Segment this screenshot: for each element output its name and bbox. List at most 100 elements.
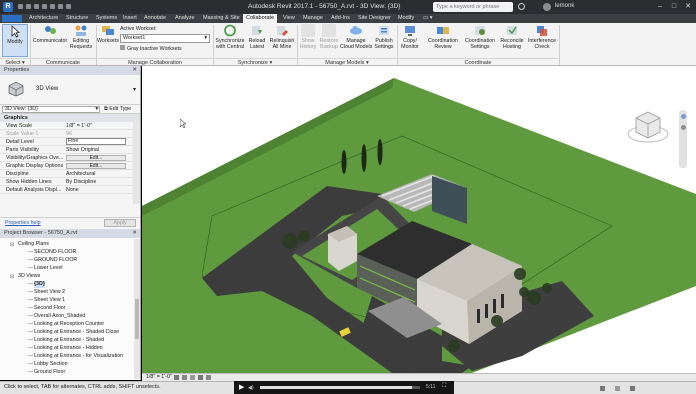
restore-backup-button[interactable]: Restore Backup [318,24,340,57]
tab-add-ins[interactable]: Add-Ins [328,14,353,23]
minimize-icon[interactable]: – [654,2,666,12]
browser-item[interactable]: Overall Axon_Shaded [34,313,85,320]
tab-massing-site[interactable]: Massing & Site [200,14,243,23]
manage-cloud-models-button[interactable]: Manage Cloud Models [340,24,372,57]
close-icon[interactable]: ✕ [682,2,694,12]
tab-annotate[interactable]: Annotate [141,14,169,23]
show-history-button[interactable]: Show History [298,24,318,57]
search-icon[interactable] [518,3,525,10]
browser-item[interactable]: Sheet View 1 [34,297,65,304]
tab-site-designer[interactable]: Site Designer [355,14,394,23]
scrollbar-thumb[interactable] [135,299,139,339]
ribbon-minimize-icon[interactable]: ▭ ▾ [420,14,436,23]
property-row-visibility-graphics[interactable]: Visibility/Graphics Ove... Edit... [0,154,140,162]
copy-monitor-button[interactable]: Copy/ Monitor [398,24,422,57]
apply-button[interactable]: Apply [104,219,136,227]
browser-item[interactable]: Looking at Entrance - Shaded [34,337,104,344]
tab-manage[interactable]: Manage [300,14,326,23]
shadows-icon[interactable] [198,375,203,380]
visual-style-icon[interactable] [182,375,187,380]
redo-icon[interactable] [42,4,47,9]
reconcile-hosting-button[interactable]: Reconcile Hosting [498,24,526,57]
play-icon[interactable]: ▶ [239,383,244,391]
interference-check-button[interactable]: Interference Check [526,24,558,57]
measure-icon[interactable] [58,4,63,9]
fullscreen-icon[interactable]: ⛶ [442,383,446,390]
browser-item[interactable]: Ground Floor [34,369,65,376]
browser-item[interactable]: Second Floor [34,305,66,312]
zoom-icon[interactable] [680,125,686,130]
browser-scrollbar[interactable] [134,239,140,379]
edit-type-button[interactable]: ⧉ Edit Type [104,106,131,113]
view-cube[interactable] [626,104,670,148]
worksharing-monitor-icon[interactable] [600,386,605,391]
property-row-view-scale[interactable]: View Scale 1/8" = 1'-0" [0,122,140,130]
video-progress-track[interactable] [260,386,420,389]
property-row-show-hidden-lines[interactable]: Show Hidden Lines By Discipline [0,178,140,186]
type-selector[interactable]: 3D View ▾ [0,75,140,105]
property-row-default-analysis-display[interactable]: Default Analysis Displ... None [0,186,140,194]
maximize-icon[interactable]: □ [668,2,680,12]
property-row-discipline[interactable]: Discipline Architectural [0,170,140,178]
close-icon[interactable]: ✕ [132,229,137,238]
close-icon[interactable]: ✕ [132,66,137,75]
select-panel-label[interactable]: Select ▾ [0,58,30,66]
gray-inactive-worksets-button[interactable]: Gray Inactive Worksets [120,45,182,52]
relinquish-all-mine-button[interactable]: Relinquish All Mine [268,24,296,57]
browser-item[interactable]: Sheet View 2 [34,289,65,296]
user-name[interactable]: lemonk [555,3,574,9]
detail-level-icon[interactable] [174,375,179,380]
publish-settings-button[interactable]: Publish Settings [372,24,396,57]
print-icon[interactable] [50,4,55,9]
tab-systems[interactable]: Systems [93,14,120,23]
collapse-icon[interactable]: ⊟ [10,242,14,248]
browser-item[interactable]: GROUND FLOOR [34,257,77,264]
graphics-section-header[interactable]: Graphics [0,114,140,122]
3d-view-canvas[interactable] [142,66,696,373]
undo-icon[interactable] [34,4,39,9]
tab-view[interactable]: View [280,14,298,23]
filter-icon[interactable] [630,386,635,391]
tab-analyze[interactable]: Analyze [172,14,198,23]
view-scale-button[interactable]: 1/8" = 1'-0" [146,374,172,381]
editing-requests-button[interactable]: Editing Requests [68,24,94,57]
reload-latest-button[interactable]: Reload Latest [246,24,268,57]
active-workset-select[interactable]: Workset1 ▾ [120,34,210,43]
communicator-button[interactable]: Communicator [32,24,68,57]
manage-models-panel-label[interactable]: Manage Models ▾ [297,58,397,66]
property-row-detail-level[interactable]: Detail Level Fine [0,138,140,146]
tab-structure[interactable]: Structure [63,14,91,23]
browser-item[interactable]: Looking at Reception Counter [34,321,104,328]
coordination-review-button[interactable]: Coordination Review [424,24,462,57]
modify-button[interactable]: Modify [2,24,28,57]
file-menu-button[interactable] [2,15,22,22]
edit-graphic-display-button[interactable]: Edit... [66,163,126,169]
synchronize-panel-label[interactable]: Synchronize ▾ [213,58,297,66]
design-options-icon[interactable] [615,386,620,391]
property-row-parts-visibility[interactable]: Parts Visibility Show Original [0,146,140,154]
chevron-down-icon[interactable]: ▾ [133,86,136,93]
browser-item[interactable]: SECOND FLOOR [34,249,76,256]
text-icon[interactable] [66,4,71,9]
volume-icon[interactable]: ◀) [248,385,254,391]
tab-modify[interactable]: Modify [395,14,417,23]
browser-category[interactable]: 3D Views [18,273,40,280]
save-icon[interactable] [26,4,31,9]
navigation-bar[interactable] [679,110,687,168]
steering-wheel-icon[interactable] [680,114,686,119]
property-row-graphic-display-options[interactable]: Graphic Display Options Edit... [0,162,140,170]
worksets-button[interactable]: Worksets [97,24,119,57]
edit-visibility-graphics-button[interactable]: Edit... [66,155,126,161]
tab-insert[interactable]: Insert [120,14,140,23]
open-icon[interactable] [18,4,23,9]
browser-category[interactable]: Ceiling Plans [18,241,49,248]
properties-help-link[interactable]: Properties help [5,220,41,226]
crop-view-icon[interactable] [206,375,211,380]
instance-filter-select[interactable]: 3D View: {3D} ▾ [2,106,100,113]
tab-collaborate[interactable]: Collaborate [243,14,278,23]
browser-item[interactable]: Looking at Entrance - for Visualization [34,353,123,360]
browser-item[interactable]: Lobby Section [34,361,68,368]
synchronize-with-central-button[interactable]: Synchronize with Central [214,24,246,57]
browser-item[interactable]: {3D} [34,281,45,288]
coordination-settings-button[interactable]: Coordination Settings [462,24,498,57]
